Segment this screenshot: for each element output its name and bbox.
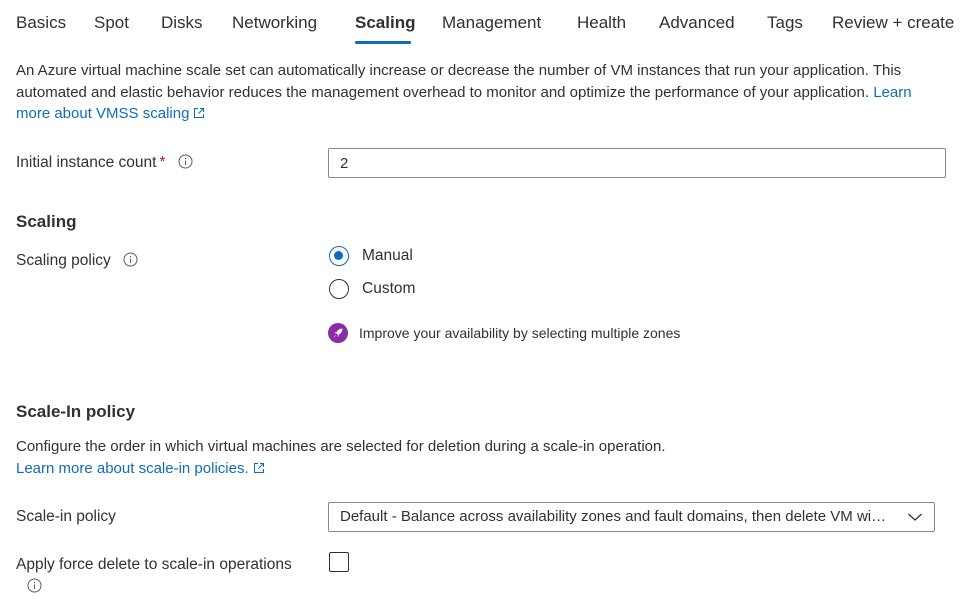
scale-in-description: Configure the order in which virtual mac… (16, 436, 941, 479)
tab-spot[interactable]: Spot (94, 12, 129, 34)
force-delete-label: Apply force delete to scale-in operation… (16, 555, 292, 597)
custom-radio-label: Custom (362, 280, 416, 297)
scale-in-policy-dropdown[interactable]: Default - Balance across availability zo… (328, 502, 935, 532)
scale-in-policy-label: Scale-in policy (16, 508, 116, 525)
force-delete-label-text: Apply force delete to scale-in operation… (16, 556, 292, 573)
tab-tags[interactable]: Tags (767, 12, 803, 34)
active-tab-indicator (355, 41, 411, 44)
availability-notice-text: Improve your availability by selecting m… (359, 325, 681, 341)
chevron-down-icon (908, 513, 922, 521)
tab-advanced[interactable]: Advanced (659, 12, 735, 34)
info-icon[interactable] (123, 252, 138, 267)
tab-disks[interactable]: Disks (161, 12, 203, 34)
learn-more-scale-in-link[interactable]: Learn more about scale-in policies. (16, 460, 265, 477)
custom-radio[interactable] (329, 279, 349, 299)
scale-in-policy-value: Default - Balance across availability zo… (340, 508, 888, 525)
manual-radio[interactable] (329, 246, 349, 266)
external-link-icon (253, 462, 264, 473)
info-icon[interactable] (27, 578, 42, 593)
intro-description: An Azure virtual machine scale set can a… (16, 60, 941, 125)
tab-networking[interactable]: Networking (232, 12, 317, 34)
tab-scaling[interactable]: Scaling (355, 12, 415, 34)
manual-radio-label: Manual (362, 247, 413, 264)
tab-health[interactable]: Health (577, 12, 626, 34)
info-icon[interactable] (178, 154, 193, 169)
required-asterisk: * (159, 154, 166, 171)
instance-count-label: Initial instance count * (16, 153, 193, 173)
instance-count-input[interactable] (328, 148, 946, 178)
tab-basics[interactable]: Basics (16, 12, 66, 34)
rocket-icon (328, 323, 348, 343)
learn-more-scale-in-text: Learn more about scale-in policies. (16, 459, 249, 477)
instance-count-label-text: Initial instance count (16, 154, 157, 171)
scaling-policy-label: Scaling policy (16, 251, 138, 271)
scale-in-description-text: Configure the order in which virtual mac… (16, 438, 666, 455)
force-delete-checkbox[interactable] (329, 552, 349, 572)
scaling-heading: Scaling (16, 212, 77, 231)
tab-review-create[interactable]: Review + create (832, 12, 954, 34)
radio-option-custom[interactable]: Custom (329, 279, 415, 299)
scaling-policy-label-text: Scaling policy (16, 252, 111, 269)
intro-text: An Azure virtual machine scale set can a… (16, 62, 902, 101)
tab-management[interactable]: Management (442, 12, 541, 34)
availability-notice: Improve your availability by selecting m… (328, 323, 680, 343)
scale-in-heading: Scale-In policy (16, 402, 136, 421)
external-link-icon (194, 108, 205, 118)
radio-option-manual[interactable]: Manual (329, 246, 413, 266)
